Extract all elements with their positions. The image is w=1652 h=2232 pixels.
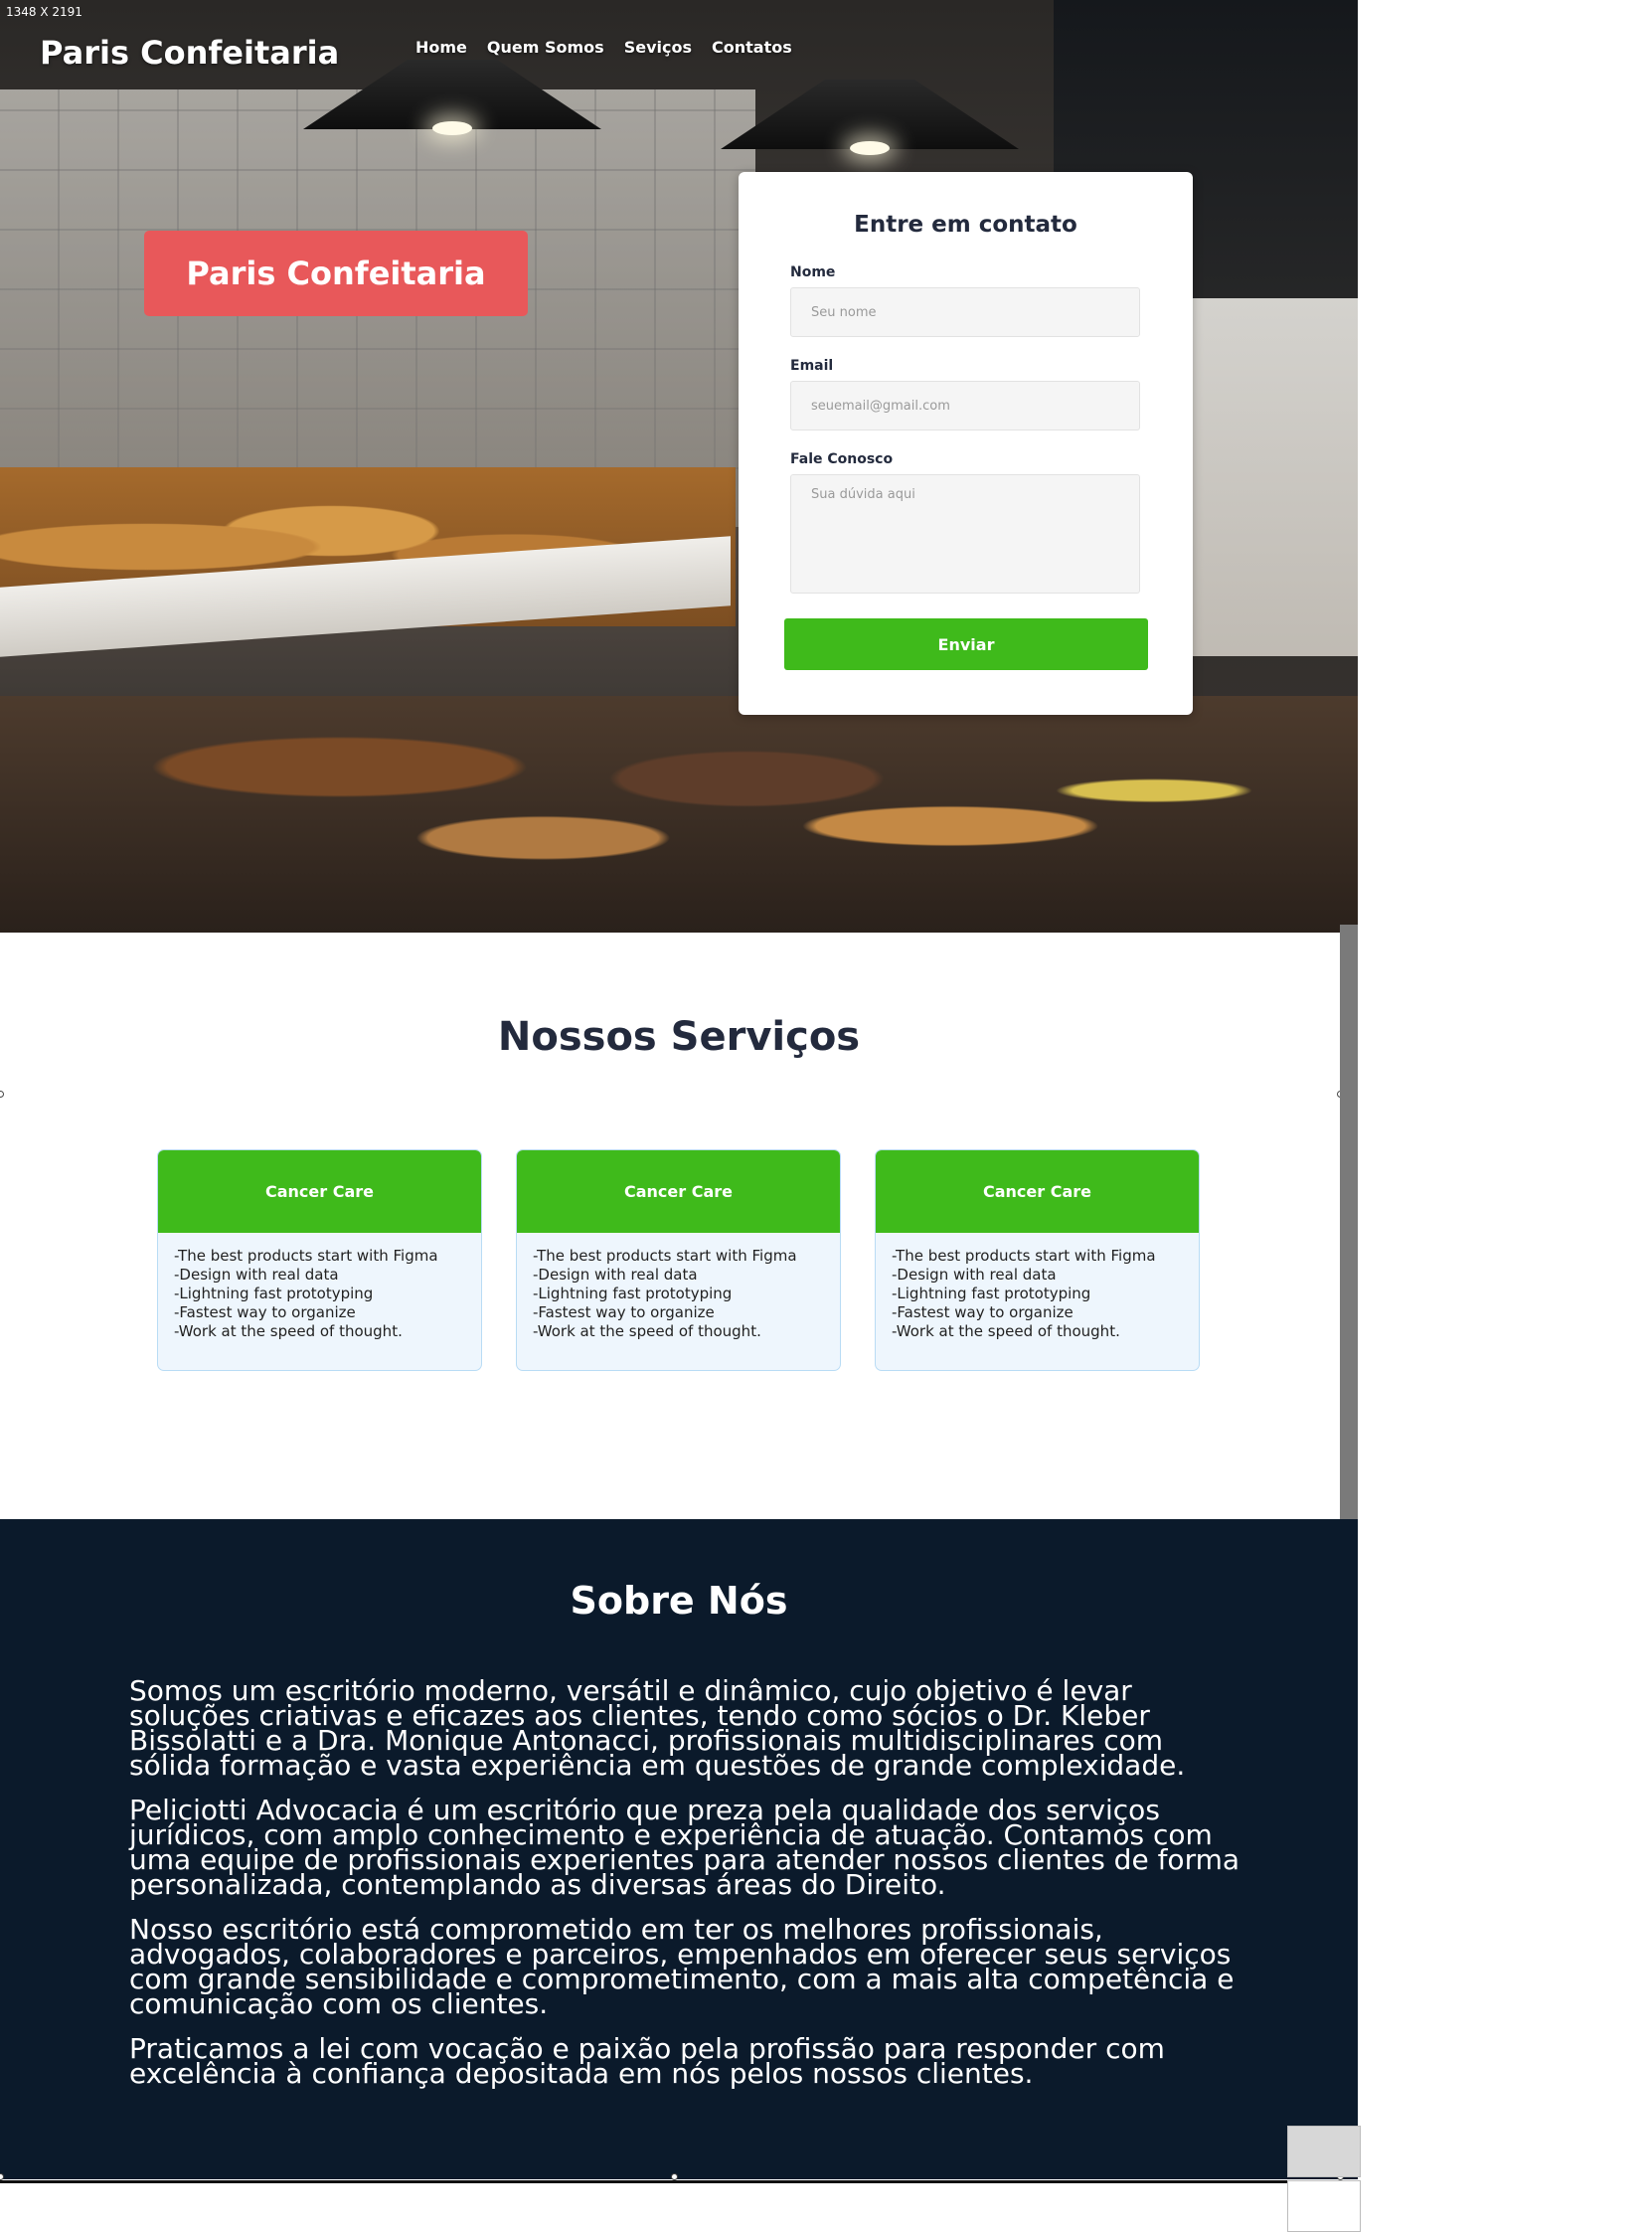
- list-item: -Work at the speed of thought.: [533, 1322, 761, 1340]
- site-logo[interactable]: Paris Confeitaria: [40, 34, 339, 72]
- nav-link-servicos[interactable]: Seviços: [624, 38, 692, 57]
- services-title: Nossos Serviços: [497, 1014, 861, 1060]
- canvas-size-label: 1348 X 2191: [6, 5, 83, 19]
- about-paragraph: Nosso escritório está comprometido em te…: [129, 1913, 1235, 2020]
- list-item: -Design with real data: [174, 1266, 339, 1284]
- selection-handle[interactable]: [0, 1091, 4, 1098]
- hero-background-counter: [0, 696, 1358, 933]
- nav-link-quem-somos[interactable]: Quem Somos: [487, 38, 604, 57]
- about-title: Sobre Nós: [570, 1579, 788, 1623]
- list-item: -Design with real data: [533, 1266, 698, 1284]
- service-card-title: Cancer Care: [876, 1150, 1199, 1233]
- floating-panel[interactable]: [1287, 2180, 1361, 2232]
- service-card: Cancer Care -The best products start wit…: [516, 1149, 841, 1371]
- message-textarea[interactable]: [790, 474, 1140, 594]
- about-section: Sobre Nós Somos um escritório moderno, v…: [0, 1519, 1358, 2179]
- list-item: -The best products start with Figma: [892, 1247, 1156, 1265]
- list-item: -Fastest way to organize: [533, 1303, 715, 1321]
- list-item: -The best products start with Figma: [533, 1247, 797, 1265]
- service-card-list: -The best products start with Figma -Des…: [517, 1233, 840, 1341]
- message-label: Fale Conosco: [790, 451, 894, 467]
- nav-link-contatos[interactable]: Contatos: [712, 38, 792, 57]
- name-input[interactable]: [790, 287, 1140, 337]
- contact-form-title: Entre em contato: [854, 212, 1077, 238]
- email-label: Email: [790, 358, 834, 374]
- service-card-title: Cancer Care: [517, 1150, 840, 1233]
- about-paragraph: Praticamos a lei com vocação e paixão pe…: [129, 2032, 1165, 2090]
- send-button[interactable]: Enviar: [784, 618, 1148, 670]
- about-paragraph: Peliciotti Advocacia é um escritório que…: [129, 1794, 1240, 1901]
- name-label: Nome: [790, 264, 836, 280]
- list-item: -Lightning fast prototyping: [892, 1285, 1091, 1302]
- list-item: -Lightning fast prototyping: [174, 1285, 374, 1302]
- service-card: Cancer Care -The best products start wit…: [875, 1149, 1200, 1371]
- nav-link-home[interactable]: Home: [415, 38, 467, 57]
- floating-panel[interactable]: [1287, 2126, 1361, 2177]
- about-paragraph: Somos um escritório moderno, versátil e …: [129, 1674, 1186, 1782]
- list-item: -Fastest way to organize: [174, 1303, 356, 1321]
- frame-bottom-border: [0, 2180, 1358, 2183]
- hero-title-badge: Paris Confeitaria: [144, 231, 528, 316]
- contact-form: Entre em contato Nome Email Fale Conosco…: [739, 172, 1193, 715]
- service-card: Cancer Care -The best products start wit…: [157, 1149, 482, 1371]
- hero-background-window: [1173, 298, 1358, 656]
- email-input[interactable]: [790, 381, 1140, 430]
- list-item: -Fastest way to organize: [892, 1303, 1074, 1321]
- service-card-list: -The best products start with Figma -Des…: [158, 1233, 481, 1341]
- hero-section: Paris Confeitaria Home Quem Somos Seviço…: [0, 0, 1358, 933]
- main-nav: Home Quem Somos Seviços Contatos: [415, 38, 792, 57]
- list-item: -Lightning fast prototyping: [533, 1285, 733, 1302]
- about-text: Somos um escritório moderno, versátil e …: [129, 1674, 1242, 2106]
- list-item: -Design with real data: [892, 1266, 1057, 1284]
- list-item: -Work at the speed of thought.: [174, 1322, 403, 1340]
- list-item: -The best products start with Figma: [174, 1247, 438, 1265]
- service-card-title: Cancer Care: [158, 1150, 481, 1233]
- list-item: -Work at the speed of thought.: [892, 1322, 1120, 1340]
- frame-edge-strip: [1340, 925, 1358, 1519]
- service-card-list: -The best products start with Figma -Des…: [876, 1233, 1199, 1341]
- selection-handle[interactable]: [671, 2173, 678, 2180]
